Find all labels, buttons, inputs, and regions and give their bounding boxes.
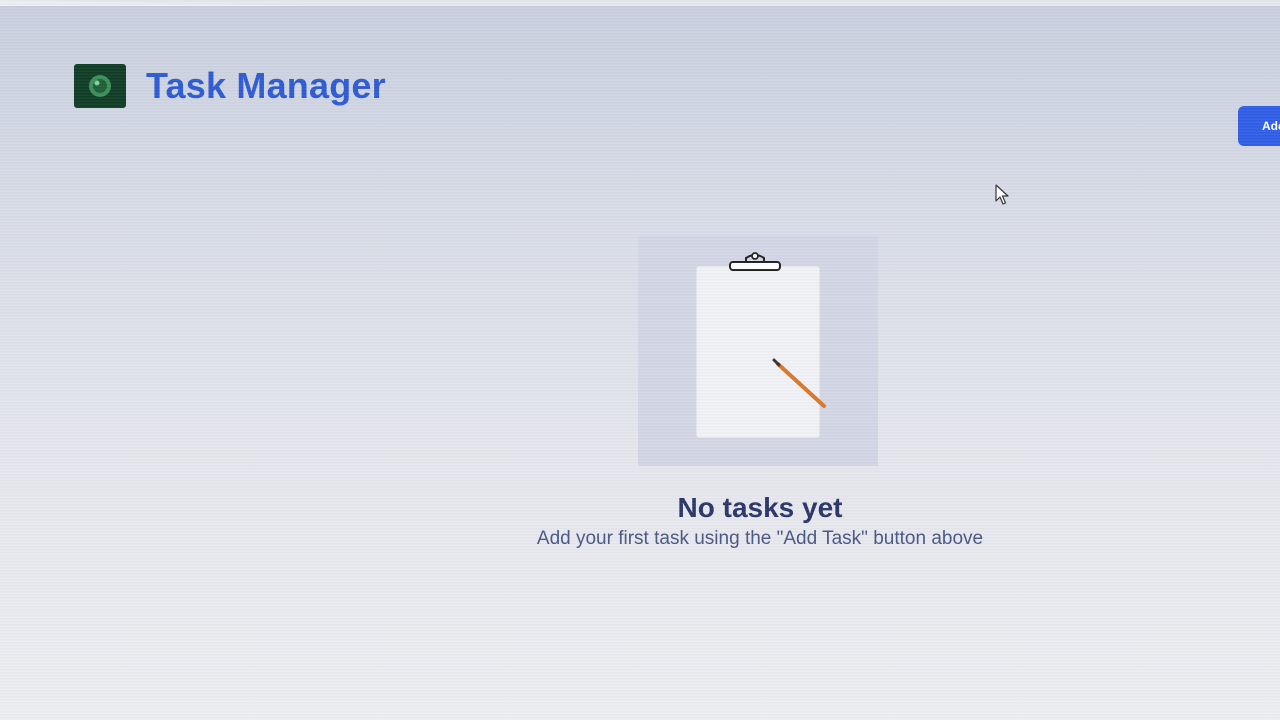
app-logo-icon[interactable] [74, 64, 126, 108]
empty-state-illustration [638, 236, 878, 466]
app-title: Task Manager [146, 65, 386, 106]
clipboard-pencil-icon [695, 252, 826, 439]
empty-state-title: No tasks yet [677, 492, 843, 523]
app-screen: Task Manager Add Task No tasks yet Add y… [0, 6, 1280, 720]
app-header: Task Manager [74, 64, 386, 108]
add-task-button[interactable]: Add Task [1238, 106, 1280, 146]
mouse-cursor-icon [995, 184, 1011, 211]
empty-state-subtitle: Add your first task using the "Add Task"… [536, 528, 984, 549]
